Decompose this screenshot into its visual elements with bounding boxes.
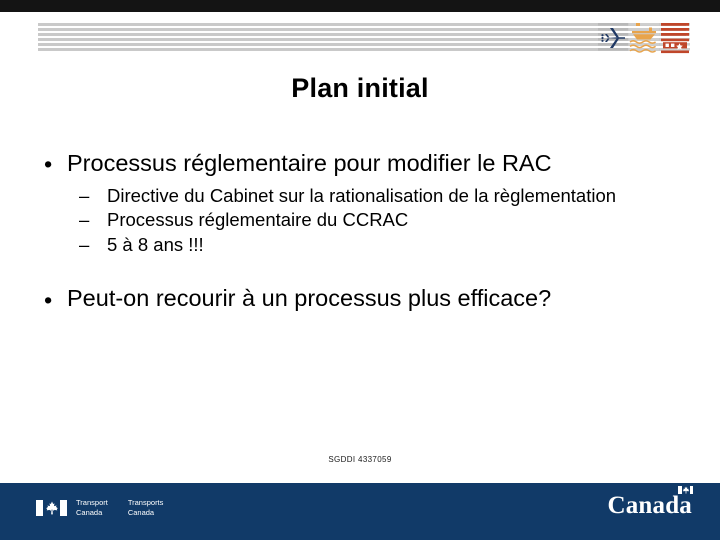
header-rule-line: [38, 43, 686, 46]
transport-canada-signature: Transport Canada Transports Canada: [36, 497, 163, 519]
header-rule-line: [38, 28, 686, 31]
bullet-text: Peut-on recourir à un processus plus eff…: [67, 285, 552, 312]
list-item: • Peut-on recourir à un processus plus e…: [36, 285, 688, 313]
list-item: – 5 à 8 ans !!!: [67, 234, 688, 257]
header-rule-lines: [38, 23, 686, 53]
bullet-list-level1: • Processus réglementaire pour modifier …: [36, 150, 688, 313]
list-item: • Processus réglementaire pour modifier …: [36, 150, 688, 256]
document-reference-number: SGDDI 4337059: [328, 455, 392, 464]
header-rule-line: [38, 23, 686, 26]
airplane-icon: [598, 20, 628, 56]
maple-leaf-icon: [682, 486, 689, 494]
signature-english-line1: Transport: [76, 497, 108, 507]
list-spacer: [36, 261, 688, 285]
dash-marker-icon: –: [79, 233, 90, 255]
ship-waves-icon: [629, 20, 659, 56]
list-item: – Directive du Cabinet sur la rationalis…: [67, 185, 688, 208]
canada-wordmark-text: Canada: [607, 492, 692, 519]
dash-marker-icon: –: [79, 184, 90, 206]
maple-leaf-icon: [45, 501, 58, 515]
train-road-icon: [660, 20, 690, 56]
canada-flag-icon: [678, 486, 693, 494]
bullet-text: Processus réglementaire pour modifier le…: [67, 150, 552, 176]
transport-mode-icons: [598, 20, 690, 56]
bullet-marker-icon: •: [44, 286, 53, 313]
canada-flag-icon: [36, 500, 67, 516]
canada-wordmark: Canada: [607, 486, 693, 519]
sub-bullet-text: Directive du Cabinet sur la rationalisat…: [107, 184, 617, 206]
signature-french-line2: Canada: [127, 508, 155, 517]
page-title: Plan initial: [291, 73, 429, 103]
top-black-bar: [0, 0, 720, 12]
signature-french-line1: Transports: [127, 497, 164, 507]
bullet-list-level2: – Directive du Cabinet sur la rationalis…: [67, 185, 688, 257]
list-item: – Processus réglementaire du CCRAC: [67, 209, 688, 232]
sub-bullet-text: 5 à 8 ans !!!: [107, 233, 204, 255]
dash-marker-icon: –: [79, 209, 90, 231]
header-rule-line: [38, 38, 686, 41]
header-rule-line: [38, 33, 686, 36]
signature-english-line2: Canada: [76, 508, 103, 517]
signature-english: Transport Canada: [76, 498, 108, 518]
sub-bullet-text: Processus réglementaire du CCRAC: [107, 209, 409, 231]
signature-wordmarks: Transport Canada Transports Canada: [76, 498, 163, 518]
bullet-marker-icon: •: [44, 151, 53, 178]
signature-french: Transports Canada: [128, 498, 164, 518]
header-rule-line: [38, 48, 686, 51]
slide-body: • Processus réglementaire pour modifier …: [36, 150, 688, 318]
